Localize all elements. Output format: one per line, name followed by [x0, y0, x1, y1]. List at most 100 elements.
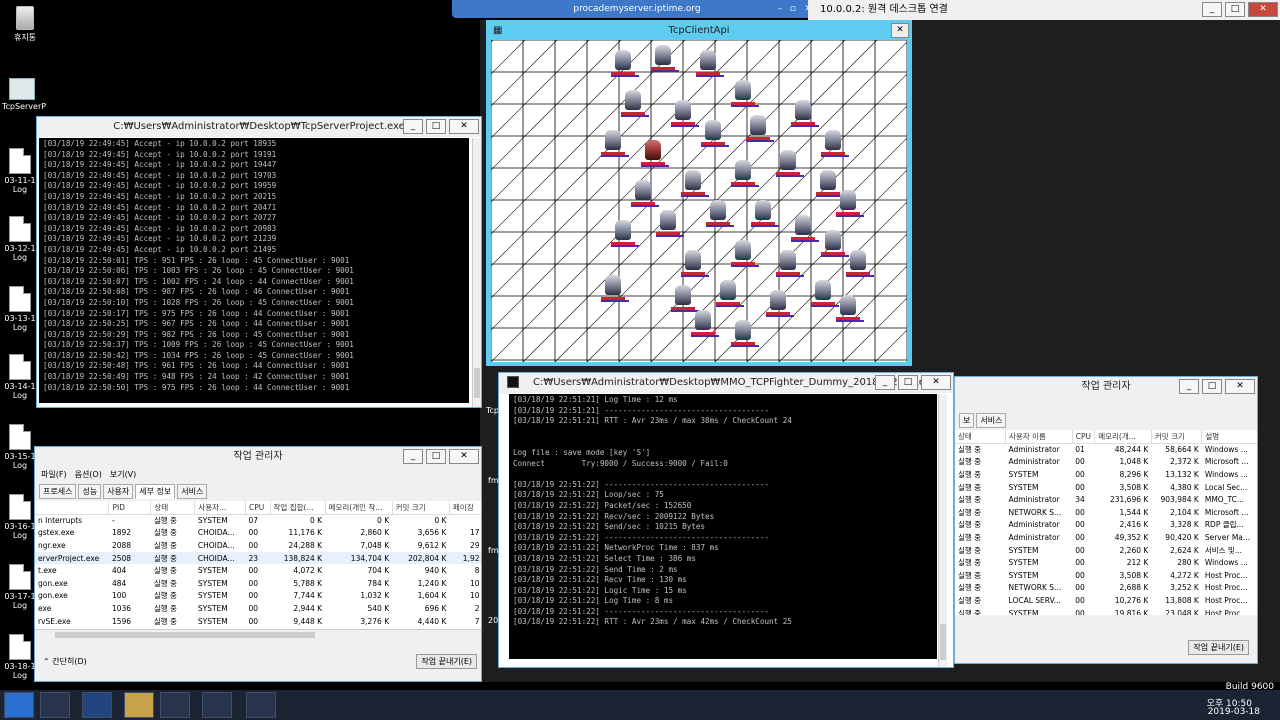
minimize-button[interactable]: _	[875, 375, 895, 390]
end-task-button[interactable]: 작업 끝내기(E)	[416, 654, 477, 669]
app-taskbar-icon[interactable]	[246, 692, 276, 718]
log-file-0311[interactable]: 03-11-1 Log	[4, 148, 36, 194]
column-header[interactable]: 상태	[955, 430, 1007, 444]
maximize-button[interactable]: □	[1202, 379, 1222, 394]
table-row[interactable]: n Interrupts - 실행 중 SYSTEM 07 0 K 0 K 0 K	[35, 514, 481, 527]
client-api-titlebar[interactable]: ▦ TcpClientApi ✕	[487, 21, 911, 41]
brief-toggle[interactable]: ⌃ 간단히(D)	[43, 656, 87, 667]
server-console-window[interactable]: C:₩Users₩Administrator₩Desktop₩TcpServer…	[36, 116, 482, 408]
column-header[interactable]: 설명	[1201, 430, 1257, 444]
start-button[interactable]	[4, 692, 34, 718]
table-row[interactable]: 실행 중 SYSTEM 00 212 K 280 K Windows ...	[955, 556, 1257, 569]
column-header[interactable]: 상태	[150, 501, 196, 515]
table-row[interactable]: rvSE.exe 1596 실행 중 SYSTEM 00 9,448 K 3,276 K 4,…	[35, 615, 481, 628]
powershell-icon[interactable]	[82, 692, 112, 718]
server-console-titlebar[interactable]: C:₩Users₩Administrator₩Desktop₩TcpServer…	[37, 117, 481, 137]
table-row[interactable]: 실행 중 SYSTEM 00 8,296 K 13,132 K Windows ...	[955, 468, 1257, 481]
table-row[interactable]: gon.exe 484 실행 중 SYSTEM 00 5,788 K 784 K 1,240 …	[35, 577, 481, 590]
dummy-console-titlebar[interactable]: C:₩Users₩Administrator₩Desktop₩MMO_TCPFi…	[499, 373, 953, 393]
tab-users[interactable]: 사용자	[103, 484, 134, 499]
dummy-console-window[interactable]: C:₩Users₩Administrator₩Desktop₩MMO_TCPFi…	[498, 372, 954, 668]
menu-file[interactable]: 파일(F)	[41, 469, 67, 480]
minimize-button[interactable]: _	[403, 119, 423, 134]
column-header[interactable]	[35, 501, 110, 515]
server-console-scrollbar[interactable]	[472, 138, 481, 407]
maximize-button[interactable]: □	[426, 449, 446, 464]
table-row[interactable]: t.exe 404 실행 중 SYSTEM 00 4,072 K 704 K 940 K 8	[35, 564, 481, 577]
minimize-icon[interactable]: –	[778, 0, 783, 18]
column-header[interactable]: 커밋 크기	[1151, 430, 1203, 444]
clock-date[interactable]: 2019-03-18	[1208, 707, 1260, 717]
tab-details[interactable]: 보	[959, 413, 975, 428]
table-row[interactable]: exe 1036 실행 중 SYSTEM 00 2,944 K 540 K 696 K 2	[35, 602, 481, 615]
table-row[interactable]: 실행 중 SYSTEM 00 3,508 K 4,380 K Local Sec...	[955, 481, 1257, 494]
table-row[interactable]: erverProject.exe 2508 실행 중 CHOIDA... 23 138,8…	[35, 551, 481, 565]
log-file-0316[interactable]: 03-16-1 Log	[4, 494, 36, 540]
tab-performance[interactable]: 성능	[78, 484, 102, 499]
minimize-button[interactable]: _	[1179, 379, 1199, 394]
table-row[interactable]: 실행 중 SYSTEM 00 3,508 K 4,272 K Host Proc...	[955, 569, 1257, 582]
table-row[interactable]: 실행 중 Administrator 00 1,048 K 2,372 K Microso…	[955, 456, 1257, 469]
table-row[interactable]: 실행 중 NETWORK S... 00 1,544 K 2,104 K Microsof…	[955, 506, 1257, 519]
log-file-0318[interactable]: 03-18-1 Log	[4, 634, 36, 680]
log-file-0312[interactable]: 03-12-1 Log	[4, 216, 36, 262]
table-row[interactable]: gstex.exe 1892 실행 중 CHOIDA... 00 11,176 K 2,86…	[35, 527, 481, 540]
table-row[interactable]: 실행 중 SYSTEM 00 19,816 K 23,048 K Host Proc...	[955, 607, 1257, 615]
column-header[interactable]: 사용자...	[194, 501, 247, 515]
game-canvas[interactable]	[491, 40, 907, 362]
server-manager-icon[interactable]	[40, 692, 70, 718]
column-header[interactable]: 메모리(개...	[1094, 430, 1152, 444]
tcpserver-shortcut[interactable]: TcpServerP	[2, 78, 46, 111]
table-row[interactable]: 실행 중 LOCAL SERV... 00 10,276 K 13,808 K Host …	[955, 594, 1257, 607]
table-row[interactable]: 실행 중 Administrator 34 231,696 K 903,984 K MMO…	[955, 493, 1257, 506]
tab-details[interactable]: 세부 정보	[135, 484, 176, 499]
log-file-0313[interactable]: 03-13-1 Log	[4, 286, 36, 332]
close-button[interactable]: ✕	[921, 375, 951, 390]
column-header[interactable]: 페이징	[449, 501, 481, 515]
minimize-button[interactable]: _	[1202, 2, 1222, 17]
tab-services[interactable]: 서비스	[976, 413, 1007, 428]
close-button[interactable]: ✕	[891, 23, 909, 38]
table-row[interactable]: 실행 중 Administrator 00 2,416 K 3,328 K RDP 클립.…	[955, 519, 1257, 532]
log-file-0315[interactable]: 03-15-1 Log	[4, 424, 36, 470]
horizontal-scrollbar[interactable]	[35, 629, 481, 639]
table-row[interactable]: 실행 중 NETWORK S... 00 2,688 K 3,252 K Host Pro…	[955, 582, 1257, 595]
dummy-console-scrollbar[interactable]	[938, 394, 947, 667]
log-file-0317[interactable]: 03-17-1 Log	[4, 564, 36, 610]
table-row[interactable]: 실행 중 Administrator 00 49,352 K 90,420 K Serve…	[955, 531, 1257, 544]
close-button[interactable]: ✕	[449, 449, 479, 464]
restore-icon[interactable]: ▫	[790, 0, 796, 18]
close-button[interactable]: ✕	[449, 119, 479, 134]
column-header[interactable]: 작업 집합(...	[270, 501, 326, 515]
task-manager-window[interactable]: 작업 관리자 _ □ ✕ 파일(F) 옵션(O) 보기(V) 프로세스 성능 사용자…	[34, 446, 482, 682]
table-row[interactable]: 실행 중 Administrator 01 48,244 K 58,664 K Windo…	[955, 443, 1257, 456]
column-header[interactable]: 메모리(개인 작...	[325, 501, 393, 515]
column-header[interactable]: 사용자 이름	[1005, 430, 1073, 444]
task-manager-window-2[interactable]: 작업 관리자 _ □ ✕ 보 서비스 상태 사용자 이름 CPU 메모리(개... 커밋 크…	[954, 376, 1258, 664]
tab-processes[interactable]: 프로세스	[39, 484, 77, 499]
table-row[interactable]: ngr.exe 2088 실행 중 CHOIDA... 00 24,288 K 7,048 …	[35, 539, 481, 552]
log-file-0314[interactable]: 03-14-1 Log	[4, 354, 36, 400]
end-task-button[interactable]: 작업 끝내기(E)	[1188, 640, 1249, 655]
task-manager-titlebar[interactable]: 작업 관리자 _ □ ✕	[955, 377, 1257, 397]
column-header[interactable]: CPU	[245, 501, 271, 515]
network-icon[interactable]	[160, 692, 190, 718]
tab-services[interactable]: 서비스	[177, 484, 208, 499]
maximize-button[interactable]: □	[1225, 2, 1245, 17]
column-header[interactable]: PID	[108, 501, 152, 515]
maximize-button[interactable]: □	[898, 375, 918, 390]
minimize-button[interactable]: _	[403, 449, 423, 464]
column-header[interactable]: CPU	[1072, 430, 1096, 444]
close-button[interactable]: ✕	[1248, 2, 1278, 17]
close-button[interactable]: ✕	[1225, 379, 1255, 394]
column-header[interactable]: 커밋 크기	[392, 501, 450, 515]
task-manager-titlebar[interactable]: 작업 관리자 _ □ ✕	[35, 447, 481, 467]
table-row[interactable]: 실행 중 SYSTEM 00 2,260 K 2,624 K 서비스 및...	[955, 544, 1257, 557]
recycle-bin-icon[interactable]: 휴지통	[5, 6, 45, 43]
maximize-button[interactable]: □	[426, 119, 446, 134]
remote-desktop-icon[interactable]	[202, 692, 232, 718]
explorer-icon[interactable]	[124, 692, 154, 718]
table-row[interactable]: gon.exe 100 실행 중 SYSTEM 00 7,744 K 1,032 K 1,60…	[35, 590, 481, 603]
menu-view[interactable]: 보기(V)	[110, 469, 136, 480]
menu-options[interactable]: 옵션(O)	[75, 469, 102, 480]
